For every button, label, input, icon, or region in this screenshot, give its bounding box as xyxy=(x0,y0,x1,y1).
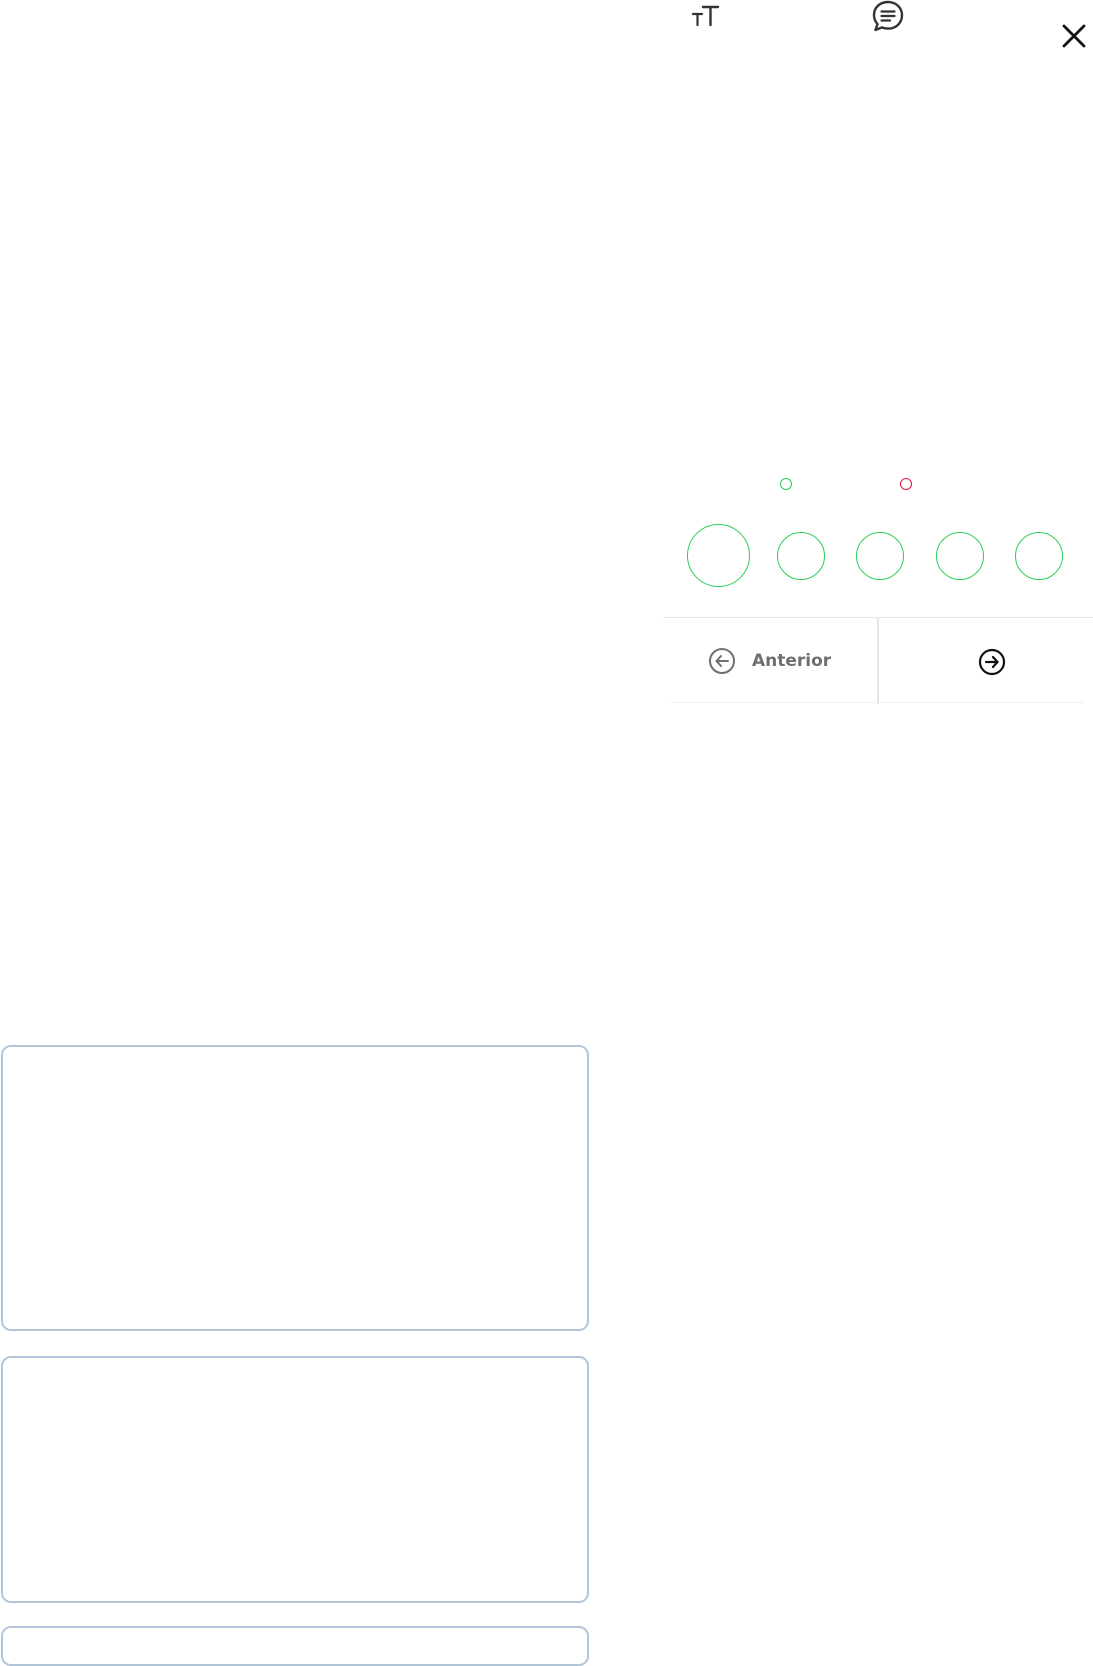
content-card-1 xyxy=(1,1045,589,1331)
next-button[interactable] xyxy=(879,618,1093,704)
status-dot-green xyxy=(780,478,792,490)
close-icon xyxy=(1062,24,1086,48)
text-size-icon xyxy=(691,5,720,27)
arrow-right-circle-icon xyxy=(978,648,1006,676)
comments-button[interactable] xyxy=(870,0,906,32)
previous-button[interactable]: Anterior xyxy=(663,618,877,704)
nav-bottom-border xyxy=(671,702,1085,703)
progress-step-1[interactable] xyxy=(687,524,750,587)
content-card-2 xyxy=(1,1356,589,1603)
progress-step-4[interactable] xyxy=(936,532,984,580)
previous-label: Anterior xyxy=(752,651,832,671)
text-size-button[interactable] xyxy=(688,0,724,32)
content-card-3 xyxy=(1,1626,589,1666)
progress-step-2[interactable] xyxy=(777,532,825,580)
status-dot-red xyxy=(900,478,912,490)
progress-step-5[interactable] xyxy=(1015,532,1063,580)
close-button[interactable] xyxy=(1056,18,1092,54)
progress-step-3[interactable] xyxy=(856,532,904,580)
arrow-left-circle-icon xyxy=(709,648,735,674)
pagination-nav: Anterior xyxy=(663,617,1093,704)
comments-icon xyxy=(872,0,904,32)
